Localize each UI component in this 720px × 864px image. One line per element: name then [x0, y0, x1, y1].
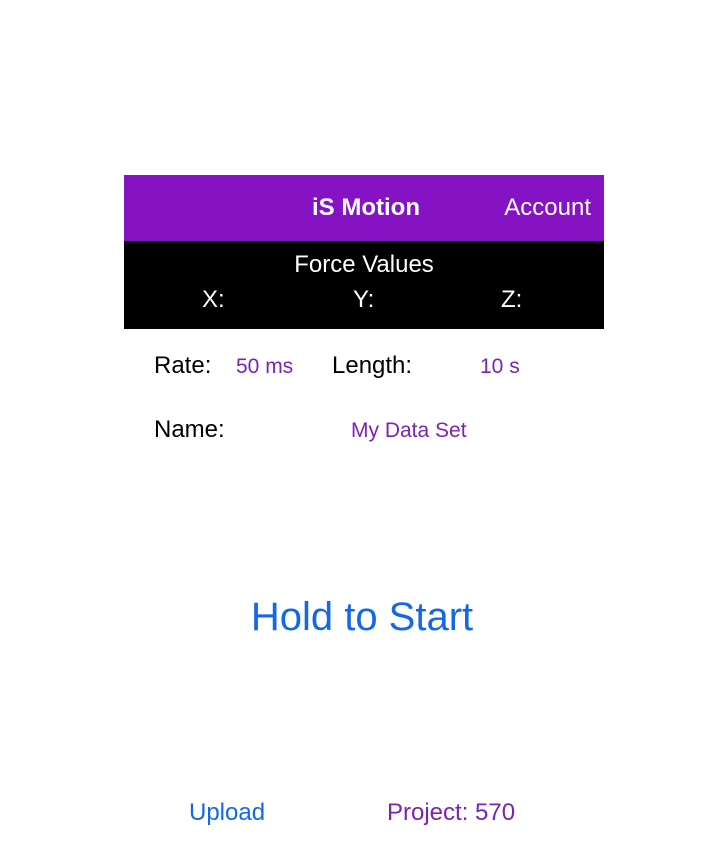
length-label: Length: [332, 352, 413, 379]
dataset-name-field[interactable]: My Data Set [351, 419, 467, 443]
length-value-button[interactable]: 10 s [480, 355, 520, 379]
project-button[interactable]: Project: 570 [387, 799, 515, 827]
account-button[interactable]: Account [504, 175, 591, 241]
force-y-label: Y: [353, 286, 375, 313]
rate-label: Rate: [154, 352, 212, 379]
force-z-label: Z: [501, 286, 523, 313]
name-label: Name: [154, 416, 225, 443]
hold-to-start-button[interactable]: Hold to Start [0, 595, 720, 640]
force-values-panel: Force Values X: Y: Z: [124, 241, 604, 329]
force-x-label: X: [202, 286, 225, 313]
upload-button[interactable]: Upload [189, 799, 265, 827]
motion-screen: iS Motion Account Force Values X: Y: Z: … [0, 0, 720, 864]
force-values-title: Force Values [294, 251, 434, 278]
nav-bar: iS Motion Account [124, 175, 604, 241]
rate-value-button[interactable]: 50 ms [236, 355, 293, 379]
